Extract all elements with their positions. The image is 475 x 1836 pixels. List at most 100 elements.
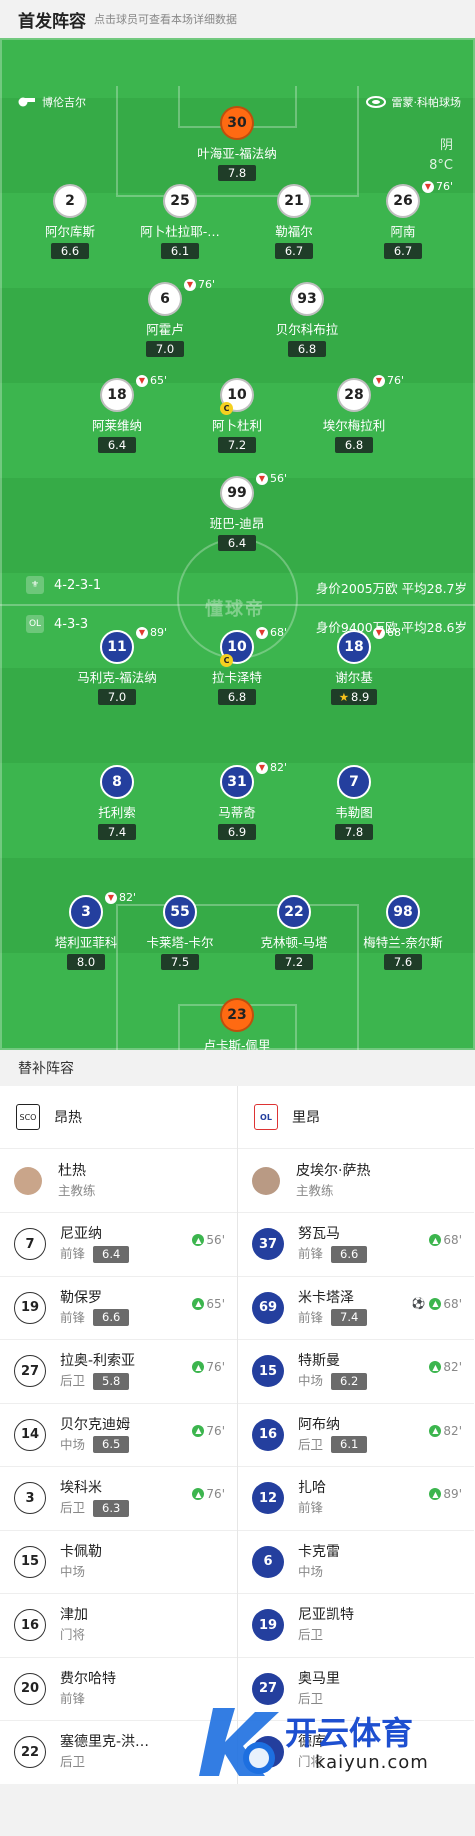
player-rating: 6.7 xyxy=(275,243,313,259)
away-player[interactable]: 55 卡莱塔-卡尔 7.5 xyxy=(115,895,245,970)
home-player[interactable]: 26 阿南 6.7 ▼ 76' xyxy=(338,180,468,259)
home-player[interactable]: 6 阿霍卢 7.0 ▼ 76' xyxy=(100,278,230,357)
player-rating: 7.6 xyxy=(384,954,422,970)
subs-away-team[interactable]: OL 里昂 xyxy=(238,1086,474,1148)
sub-player-row[interactable]: 16 阿布纳 后卫 6.1 ▲ 82' xyxy=(238,1402,474,1467)
sub-position: 门将 xyxy=(60,1627,86,1643)
sub-player-row[interactable]: 15 卡佩勒 中场 xyxy=(0,1529,237,1594)
sub-off-indicator: ▼ 56' xyxy=(256,472,287,485)
sub-name: 努瓦马 xyxy=(298,1226,340,1243)
sub-position: 中场 xyxy=(298,1563,324,1579)
away-player[interactable]: 11 马利克-福法纳 7.0 ▼ 89' xyxy=(52,626,182,705)
player-rating: 6.8 xyxy=(218,689,256,705)
player-name: 马蒂奇 xyxy=(218,805,256,820)
player-number: 99 xyxy=(220,476,254,510)
player-rating: 7.2 xyxy=(275,954,313,970)
player-rating: 6.8 xyxy=(335,437,373,453)
player-number: 25 xyxy=(163,184,197,218)
sub-player-row[interactable]: 19 勒保罗 前锋 6.6 ▲ 65' xyxy=(0,1275,237,1340)
sub-off-indicator: ▼ 76' xyxy=(373,374,404,387)
player-name: 埃尔梅拉利 xyxy=(322,418,386,433)
venue-label: 雷蒙·科帕球场 xyxy=(365,94,461,110)
sub-player-row[interactable]: 15 特斯曼 中场 6.2 ▲ 82' xyxy=(238,1339,474,1403)
sub-on-indicator: ▲ 76' xyxy=(192,1487,225,1501)
sub-player-row[interactable]: 14 贝尔克迪姆 中场 6.5 ▲ 76' xyxy=(0,1402,237,1467)
sub-player-row[interactable]: 16 津加 门将 xyxy=(0,1593,237,1657)
player-number: 26 xyxy=(386,184,420,218)
sub-player-row[interactable]: 3 埃科米 后卫 6.3 ▲ 76' xyxy=(0,1466,237,1530)
away-team-logo-icon: OL xyxy=(254,1104,278,1130)
player-name: 阿卜杜拉耶-… xyxy=(140,224,220,239)
sub-off-indicator: ▼ 76' xyxy=(184,278,215,291)
sub-rating: 6.6 xyxy=(331,1245,368,1263)
player-number: 18 xyxy=(337,630,371,664)
sub-number: 15 xyxy=(252,1355,284,1388)
sub-player-row[interactable]: 19 尼亚凯特 后卫 xyxy=(238,1593,474,1657)
home-player[interactable]: 25 阿卜杜拉耶-… 6.1 xyxy=(115,184,245,259)
sub-off-icon: ▼ xyxy=(373,374,385,387)
player-name: 谢尔基 xyxy=(335,670,373,685)
player-rating: 8.0 xyxy=(67,954,105,970)
page-title: 首发阵容 xyxy=(18,11,86,32)
sub-position: 后卫 xyxy=(60,1754,86,1770)
sub-player-row[interactable]: 6 卡克雷 中场 xyxy=(238,1529,474,1594)
sub-rating: 7.4 xyxy=(331,1309,368,1327)
away-player[interactable]: 10 拉卡泽特 6.8 ▼ 68' C xyxy=(172,626,302,705)
away-player[interactable]: 7 韦勒图 7.8 xyxy=(289,765,419,840)
home-player[interactable]: 10 阿卜杜利 7.2 C xyxy=(172,378,302,453)
captain-badge: C xyxy=(220,654,233,667)
sub-position: 前锋 xyxy=(298,1500,324,1516)
sub-on-icon: ▲ xyxy=(192,1234,205,1246)
home-player[interactable]: 18 阿莱维纳 6.4 ▼ 65' xyxy=(52,374,182,453)
watermark-logo: 开云体育 kaiyun.com xyxy=(195,1702,465,1780)
sub-on-indicator: ▲ 82' xyxy=(429,1424,462,1438)
sub-off-icon: ▼ xyxy=(422,180,434,193)
sub-name: 埃科米 xyxy=(60,1480,102,1497)
subs-panel: SCO 昂热 杜热 主教练 7 尼亚纳 前锋 6.4 ▲ 56' 19 勒保罗 前锋 6.6 ▲ 65… xyxy=(0,1086,475,1784)
sub-player-row[interactable]: 12 扎哈 前锋 ▲ 89' xyxy=(238,1466,474,1530)
home-player[interactable]: 99 班巴-迪昂 6.4 ▼ 56' xyxy=(172,472,302,551)
home-player[interactable]: 93 贝尔科布拉 6.8 xyxy=(242,282,372,357)
player-number: 22 xyxy=(277,895,311,929)
away-coach[interactable]: 皮埃尔·萨热 主教练 xyxy=(238,1148,474,1212)
sub-number: 20 xyxy=(14,1672,46,1705)
away-player[interactable]: 8 托利索 7.4 xyxy=(52,765,182,840)
away-player[interactable]: 98 梅特兰-奈尔斯 7.6 xyxy=(338,895,468,970)
goal-icon: ⚽ xyxy=(411,1297,426,1310)
sub-off-indicator: ▼ 68' xyxy=(256,626,287,639)
sub-rating: 6.6 xyxy=(93,1309,130,1327)
player-rating: 7.4 xyxy=(98,824,136,840)
player-number: 8 xyxy=(100,765,134,799)
away-player[interactable]: 31 马蒂奇 6.9 ▼ 82' xyxy=(172,761,302,840)
sub-number: 14 xyxy=(14,1418,46,1451)
player-number: 2 xyxy=(53,184,87,218)
player-rating: 7.0 xyxy=(146,341,184,357)
sub-number: 7 xyxy=(14,1228,46,1261)
home-player[interactable]: 28 埃尔梅拉利 6.8 ▼ 76' xyxy=(289,374,419,453)
home-coach[interactable]: 杜热 主教练 xyxy=(0,1148,237,1212)
player-number: 3 xyxy=(69,895,103,929)
sub-off-icon: ▼ xyxy=(136,374,148,387)
sub-number: 16 xyxy=(14,1609,46,1642)
sub-player-row[interactable]: 37 努瓦马 前锋 6.6 ▲ 68' xyxy=(238,1212,474,1276)
home-player[interactable]: 30 叶海亚-福法纳 7.8 xyxy=(172,106,302,181)
player-rating: 6.4 xyxy=(218,535,256,551)
player-number: 7 xyxy=(337,765,371,799)
sub-off-icon: ▼ xyxy=(256,626,268,639)
sub-player-row[interactable]: 69 米卡塔泽 前锋 7.4 ⚽ ▲ 68' xyxy=(238,1275,474,1340)
sub-off-indicator: ▼ 76' xyxy=(422,180,453,193)
player-number: 28 xyxy=(337,378,371,412)
sub-player-row[interactable]: 27 拉奥-利索亚 后卫 5.8 ▲ 76' xyxy=(0,1339,237,1403)
sub-player-row[interactable]: 7 尼亚纳 前锋 6.4 ▲ 56' xyxy=(0,1212,237,1276)
player-number: 93 xyxy=(290,282,324,316)
sub-on-indicator: ▲ 89' xyxy=(429,1487,462,1501)
player-number: 30 xyxy=(220,106,254,140)
player-number: 21 xyxy=(277,184,311,218)
sub-off-icon: ▼ xyxy=(136,626,148,639)
sub-on-indicator: ▲ 56' xyxy=(192,1233,225,1247)
away-player[interactable]: 18 谢尔基 8.9 ▼68' xyxy=(289,626,419,705)
player-rating: 7.5 xyxy=(161,954,199,970)
away-player[interactable]: 23卢卡斯-佩里6.9 xyxy=(172,998,302,1050)
subs-home-team[interactable]: SCO 昂热 xyxy=(0,1086,237,1148)
player-rating: 7.8 xyxy=(335,824,373,840)
